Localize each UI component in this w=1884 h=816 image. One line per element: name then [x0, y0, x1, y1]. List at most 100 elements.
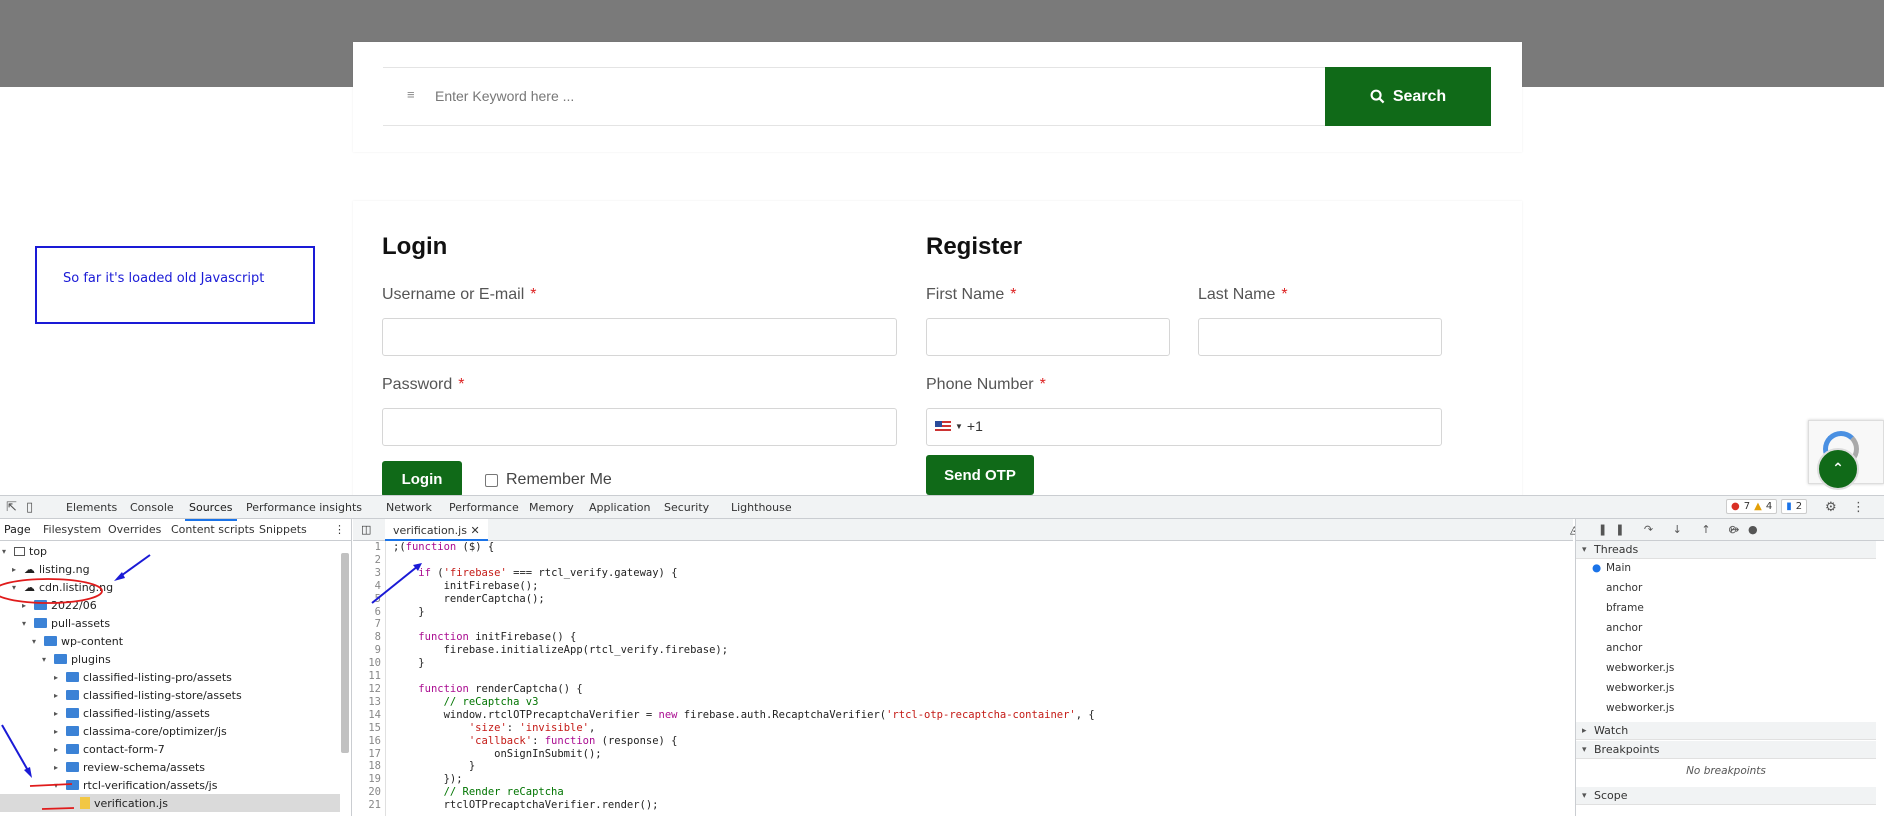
country-code-selector[interactable]: ▼ +1 — [935, 418, 983, 434]
thread-item[interactable]: webworker.js — [1606, 702, 1674, 714]
deactivate-breakpoints-icon[interactable]: ⊘ — [1728, 523, 1737, 536]
tab-network[interactable]: Network — [386, 501, 432, 514]
required-mark: * — [1039, 376, 1046, 393]
tab-overrides[interactable]: Overrides — [108, 523, 161, 536]
tree-item-plugins[interactable]: ▾ plugins — [42, 650, 111, 668]
thread-item[interactable]: anchor — [1606, 622, 1642, 634]
tree-item-cdn-listing-ng[interactable]: ▾ ☁ cdn.listing.ng — [12, 578, 113, 596]
line-number[interactable]: 8 — [353, 631, 381, 644]
chevron-down-icon: ▼ — [955, 421, 963, 431]
step-controls-icon[interactable]: ❚❚ ↷ ↓ ↑ ↦ — [1598, 523, 1747, 536]
first-name-field[interactable] — [926, 318, 1170, 356]
username-field[interactable] — [382, 318, 897, 356]
line-number[interactable]: 2 — [353, 554, 381, 567]
tree-item-2022-06[interactable]: ▸ 2022/06 — [22, 596, 97, 614]
tab-security[interactable]: Security — [664, 501, 709, 514]
error-warning-badge[interactable]: ● 7 ▲ 4 — [1726, 499, 1778, 514]
breakpoints-section[interactable]: Breakpoints — [1576, 741, 1876, 759]
password-field[interactable] — [382, 408, 897, 446]
tree-item-pull-assets[interactable]: ▾ pull-assets — [22, 614, 110, 632]
login-button[interactable]: Login — [382, 461, 462, 497]
code-line: // reCaptcha v3 — [393, 695, 539, 708]
line-number[interactable]: 15 — [353, 722, 381, 735]
thread-item[interactable]: anchor — [1606, 582, 1642, 594]
tab-performance[interactable]: Performance — [449, 501, 519, 514]
required-mark: * — [458, 376, 465, 393]
editor-tabbar: ◫ verification.js ✕ ◬ — [353, 519, 1578, 541]
thread-item[interactable]: webworker.js — [1606, 662, 1674, 674]
tree-item-wp-content[interactable]: ▾ wp-content — [32, 632, 123, 650]
line-number[interactable]: 14 — [353, 709, 381, 722]
tree-item-listing-ng[interactable]: ▸ ☁ listing.ng — [12, 560, 90, 578]
tab-performance-insights[interactable]: Performance insights — [246, 501, 362, 514]
line-number[interactable]: 7 — [353, 618, 381, 631]
tree-item-verification-js[interactable]: verification.js — [0, 794, 340, 812]
line-number[interactable]: 20 — [353, 786, 381, 799]
line-number[interactable]: 17 — [353, 748, 381, 761]
line-number[interactable]: 10 — [353, 657, 381, 670]
line-number[interactable]: 19 — [353, 773, 381, 786]
tree-item-contact-form-7[interactable]: ▸ contact-form-7 — [54, 740, 165, 758]
line-number[interactable]: 13 — [353, 696, 381, 709]
line-number[interactable]: 21 — [353, 799, 381, 812]
inspect-icon[interactable]: ⇱ — [6, 500, 17, 515]
line-number[interactable]: 5 — [353, 593, 381, 606]
line-number[interactable]: 1 — [353, 541, 381, 554]
remember-me[interactable]: Remember Me — [485, 471, 612, 489]
line-number[interactable]: 18 — [353, 760, 381, 773]
last-name-field[interactable] — [1198, 318, 1442, 356]
scope-section[interactable]: Scope — [1576, 787, 1876, 805]
tab-filesystem[interactable]: Filesystem — [43, 523, 101, 536]
tab-sources[interactable]: Sources — [185, 501, 236, 521]
tab-snippets[interactable]: Snippets — [259, 523, 307, 536]
issue-counters[interactable]: ● 7 ▲ 4 ▮ 2 — [1726, 499, 1808, 514]
tree-item-classified-listing-store[interactable]: ▸ classified-listing-store/assets — [54, 686, 242, 704]
thread-item[interactable]: Main — [1606, 562, 1631, 574]
navigator-scrollbar[interactable] — [341, 553, 349, 753]
more-options-icon[interactable]: ⋮ — [1852, 500, 1865, 515]
tab-application[interactable]: Application — [589, 501, 650, 514]
tree-item-rtcl-verification[interactable]: ▾ rtcl-verification/assets/js — [54, 776, 217, 794]
send-otp-button[interactable]: Send OTP — [926, 455, 1034, 495]
tab-memory[interactable]: Memory — [529, 501, 574, 514]
line-number[interactable]: 12 — [353, 683, 381, 696]
close-icon[interactable]: ✕ — [470, 524, 479, 537]
remember-checkbox[interactable] — [485, 473, 498, 487]
line-number[interactable]: 6 — [353, 606, 381, 619]
tree-item-classima-core[interactable]: ▸ classima-core/optimizer/js — [54, 722, 227, 740]
tree-item-top[interactable]: ▾ top — [2, 542, 47, 560]
tree-item-classified-listing-pro[interactable]: ▸ classified-listing-pro/assets — [54, 668, 232, 686]
search-button[interactable]: Search — [1325, 67, 1491, 126]
search-input[interactable] — [435, 81, 1235, 111]
line-number[interactable]: 9 — [353, 644, 381, 657]
line-number[interactable]: 4 — [353, 580, 381, 593]
thread-item[interactable]: bframe — [1606, 602, 1644, 614]
scroll-top-button[interactable]: ⌃ — [1817, 448, 1859, 490]
tab-content-scripts[interactable]: Content scripts — [171, 523, 255, 536]
threads-section[interactable]: Threads — [1576, 541, 1876, 559]
tree-item-classified-listing[interactable]: ▸ classified-listing/assets — [54, 704, 210, 722]
tab-console[interactable]: Console — [130, 501, 174, 514]
thread-item[interactable]: webworker.js — [1606, 682, 1674, 694]
error-icon: ● — [1731, 501, 1740, 512]
tree-label: classified-listing-pro/assets — [83, 670, 232, 684]
navigator-menu-icon[interactable]: ⋮ — [334, 523, 345, 536]
editor-tab-verification-js[interactable]: verification.js ✕ — [385, 519, 488, 541]
code-line: firebase.initializeApp(rtcl_verify.fireb… — [393, 644, 729, 657]
tab-page[interactable]: Page — [4, 523, 31, 536]
settings-gear-icon[interactable]: ⚙ — [1825, 500, 1837, 515]
watch-section[interactable]: Watch — [1576, 722, 1876, 740]
code-area[interactable]: 1 2 3 4 5 6 7 8 9 10 11 12 13 14 15 16 17 18 19 20 21 ;(func… — [353, 541, 1563, 816]
line-number[interactable]: 11 — [353, 670, 381, 683]
toggle-navigator-icon[interactable]: ◫ — [361, 523, 371, 536]
line-number[interactable]: 3 — [353, 567, 381, 580]
tab-lighthouse[interactable]: Lighthouse — [731, 501, 792, 514]
thread-item[interactable]: anchor — [1606, 642, 1642, 654]
pause-exceptions-icon[interactable]: ● — [1748, 523, 1758, 536]
tab-elements[interactable]: Elements — [66, 501, 117, 514]
messages-badge[interactable]: ▮ 2 — [1781, 499, 1808, 514]
line-number[interactable]: 16 — [353, 735, 381, 748]
tree-item-review-schema[interactable]: ▸ review-schema/assets — [54, 758, 205, 776]
phone-field[interactable] — [926, 408, 1442, 446]
device-toggle-icon[interactable]: ▯ — [26, 500, 33, 515]
